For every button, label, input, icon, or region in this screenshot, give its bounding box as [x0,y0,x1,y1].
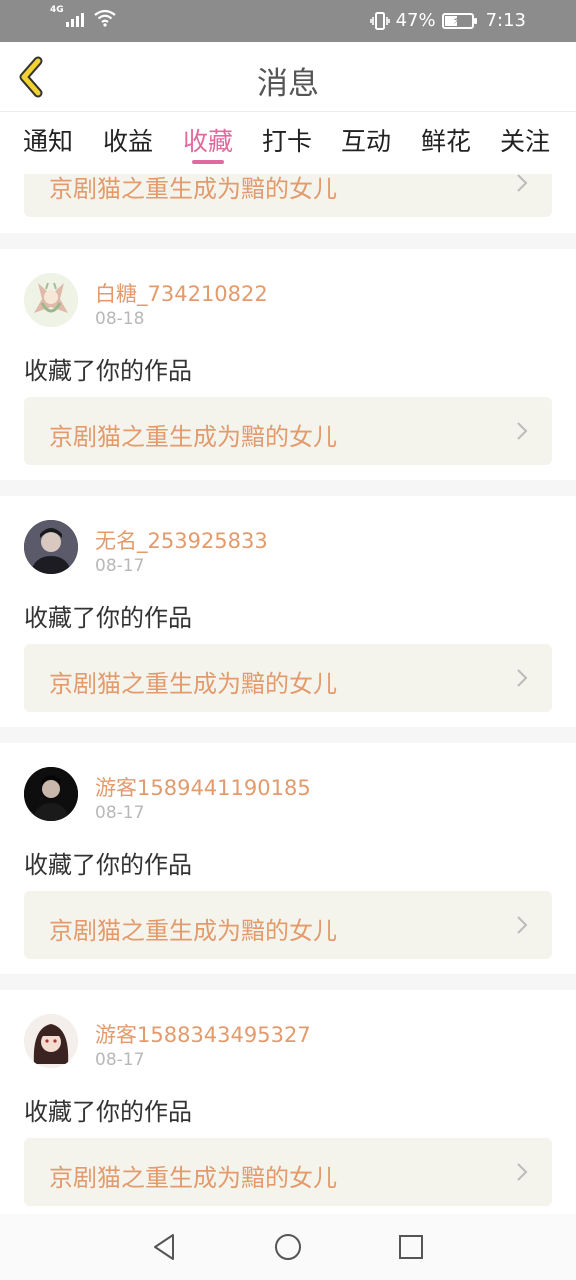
avatar-image [24,767,78,821]
charging-bolt-icon: ⚡ [452,13,461,27]
tab-favorites[interactable]: 收藏 [183,122,233,158]
network-indicator: 4G [50,5,116,27]
avatar[interactable] [24,767,78,821]
app-header: 消息 [0,42,576,112]
recents-square-icon[interactable] [396,1232,426,1262]
list-item-partial: 京剧猫之重生成为黯的女儿 [0,174,576,233]
work-link[interactable]: 京剧猫之重生成为黯的女儿 [24,397,552,465]
back-triangle-icon[interactable] [150,1232,180,1262]
action-text: 收藏了你的作品 [24,851,192,879]
work-title: 京剧猫之重生成为黯的女儿 [49,917,337,945]
avatar-image [24,273,78,327]
battery-icon: ⚡ [441,12,477,29]
avatar[interactable] [24,1014,78,1068]
action-text: 收藏了你的作品 [24,357,192,385]
page-title: 消息 [257,66,319,102]
signal-icon [65,9,84,27]
avatar[interactable] [24,273,78,327]
work-title: 京剧猫之重生成为黯的女儿 [49,423,337,451]
username[interactable]: 游客1589441190185 [95,772,311,802]
status-bar: 4G 47% ⚡ 7:13 [0,0,576,42]
tab-interaction[interactable]: 互动 [341,122,391,158]
date: 08-18 [95,309,145,329]
list-item: 游客1588343495327 08-17 收藏了你的作品 京剧猫之重生成为黯的… [0,990,576,1214]
work-title: 京剧猫之重生成为黯的女儿 [49,670,337,698]
chevron-right-icon [517,916,528,934]
tab-flowers[interactable]: 鲜花 [421,122,471,158]
network-type: 4G [50,5,64,15]
home-circle-icon[interactable] [273,1232,303,1262]
work-link[interactable]: 京剧猫之重生成为黯的女儿 [24,174,552,217]
tab-earnings[interactable]: 收益 [103,122,153,158]
avatar[interactable] [24,520,78,574]
status-right: 47% ⚡ 7:13 [369,10,526,31]
list-item: 白糖_734210822 08-18 收藏了你的作品 京剧猫之重生成为黯的女儿 [0,249,576,480]
work-title: 京剧猫之重生成为黯的女儿 [49,175,337,203]
work-link[interactable]: 京剧猫之重生成为黯的女儿 [24,644,552,712]
battery-percent: 47% [395,10,436,31]
date: 08-17 [95,556,145,576]
work-link[interactable]: 京剧猫之重生成为黯的女儿 [24,891,552,959]
work-title: 京剧猫之重生成为黯的女儿 [49,1164,337,1192]
date: 08-17 [95,1050,145,1070]
avatar-image [24,1014,78,1068]
chevron-right-icon [517,669,528,687]
username[interactable]: 无名_253925833 [95,525,268,555]
chevron-right-icon [517,422,528,440]
action-text: 收藏了你的作品 [24,604,192,632]
wifi-icon [93,9,116,27]
avatar-image [24,520,78,574]
vibrate-icon [369,11,390,30]
tab-bar: 通知 收益 收藏 打卡 互动 鲜花 关注 [0,112,576,174]
tab-follow[interactable]: 关注 [500,122,550,158]
active-tab-indicator [192,160,224,164]
clock: 7:13 [485,10,526,31]
system-nav-bar [0,1214,576,1280]
date: 08-17 [95,803,145,823]
chevron-right-icon [517,1163,528,1181]
chevron-right-icon [517,174,528,192]
action-text: 收藏了你的作品 [24,1098,192,1126]
tab-checkin[interactable]: 打卡 [262,122,312,158]
tab-notifications[interactable]: 通知 [23,122,73,158]
list-item: 无名_253925833 08-17 收藏了你的作品 京剧猫之重生成为黯的女儿 [0,496,576,727]
message-list[interactable]: 京剧猫之重生成为黯的女儿 白糖_734210822 08-18 收藏了你的作品 … [0,174,576,1214]
list-item: 游客1589441190185 08-17 收藏了你的作品 京剧猫之重生成为黯的… [0,743,576,974]
username[interactable]: 白糖_734210822 [95,278,268,308]
work-link[interactable]: 京剧猫之重生成为黯的女儿 [24,1138,552,1206]
username[interactable]: 游客1588343495327 [95,1019,311,1049]
